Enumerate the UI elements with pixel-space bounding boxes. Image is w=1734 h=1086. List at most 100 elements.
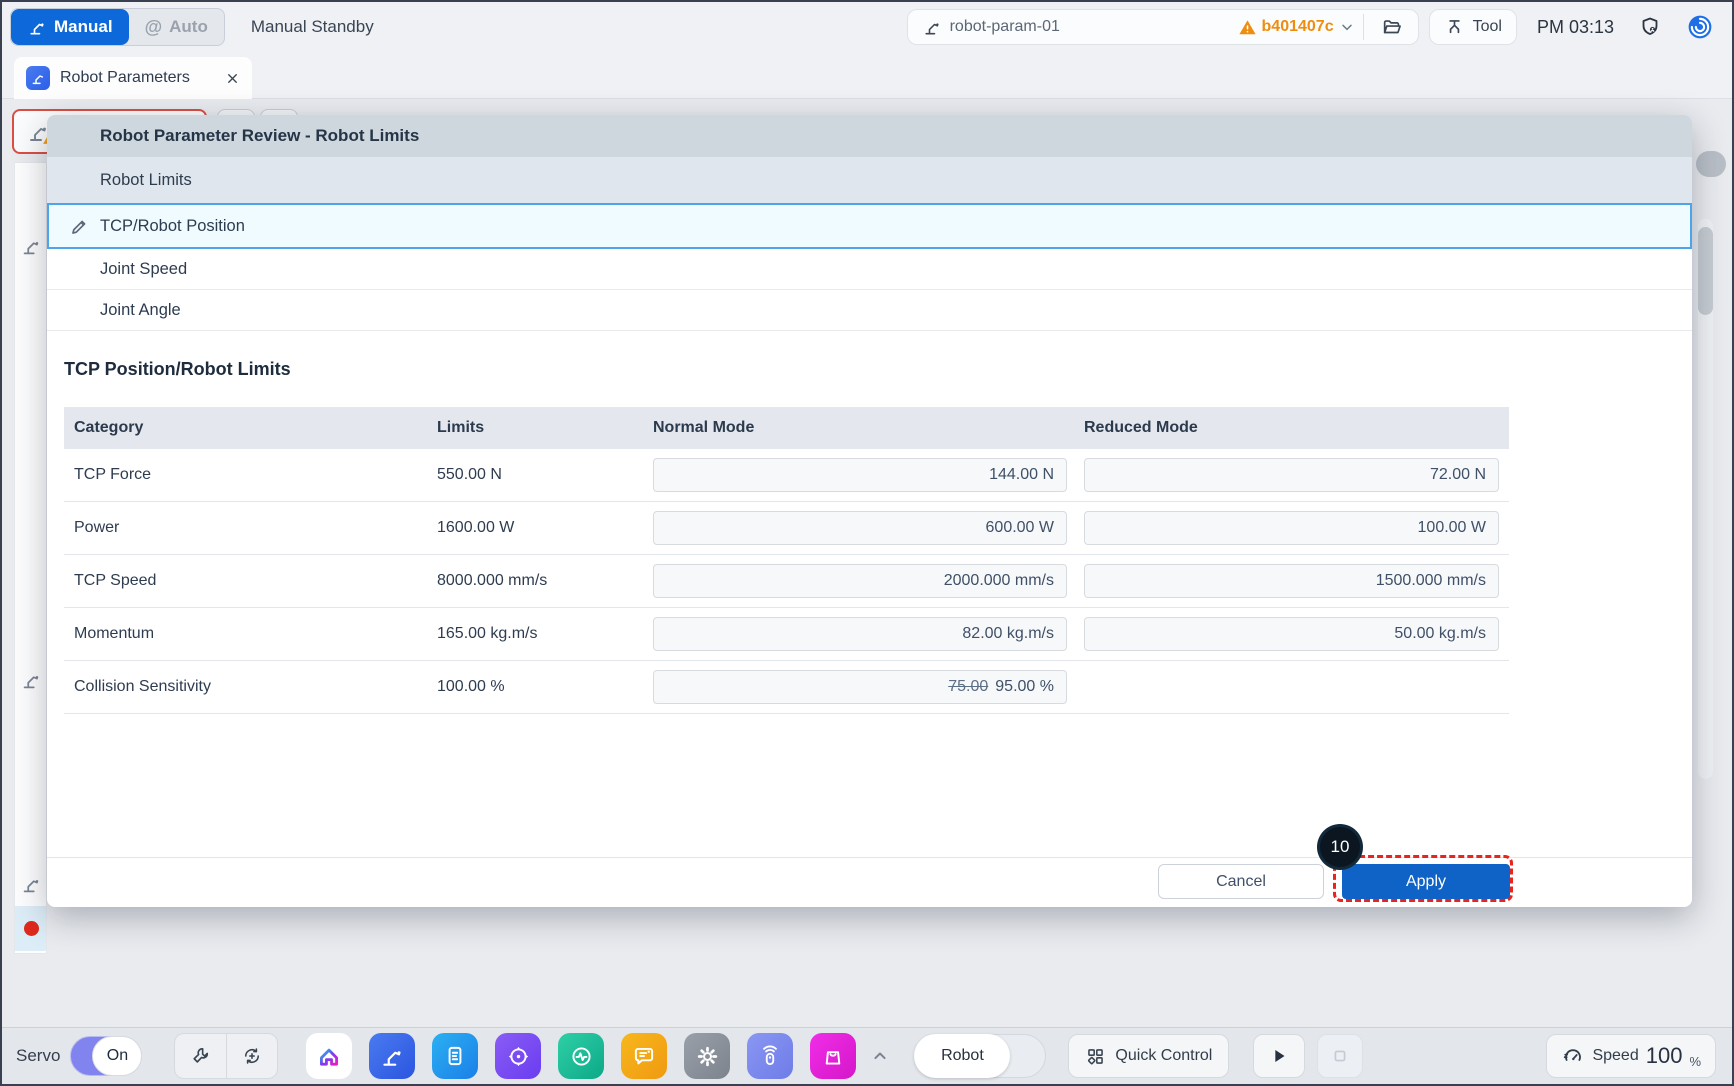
quick-control-label: Quick Control xyxy=(1115,1047,1212,1065)
wrench-button[interactable] xyxy=(175,1034,226,1078)
step-badge: 10 xyxy=(1320,827,1360,867)
col-header-normal-mode: Normal Mode xyxy=(653,419,1084,437)
nav-label: TCP/Robot Position xyxy=(100,217,245,236)
folder-icon xyxy=(1381,16,1403,38)
table-row: Collision Sensitivity 100.00 % 75.00 95.… xyxy=(64,661,1509,714)
category-cell: Collision Sensitivity xyxy=(64,678,437,696)
monitoring-app-icon[interactable] xyxy=(558,1033,604,1079)
robot-icon xyxy=(922,17,942,37)
nav-item-joint-angle[interactable]: Joint Angle xyxy=(47,290,1692,331)
category-cell: TCP Force xyxy=(64,466,437,484)
log-message-app-icon[interactable] xyxy=(621,1033,667,1079)
col-header-category: Category xyxy=(64,419,437,437)
nav-item-joint-speed[interactable]: Joint Speed xyxy=(47,249,1692,290)
servo-toggle[interactable]: On xyxy=(70,1036,142,1076)
current-value: 95.00 % xyxy=(995,678,1054,696)
tab-bar: Robot Parameters xyxy=(2,52,1732,99)
robot-sim-toggle[interactable]: Robot xyxy=(914,1034,1046,1078)
chevron-down-icon xyxy=(1339,19,1355,35)
reduced-mode-input[interactable]: 50.00 kg.m/s xyxy=(1084,617,1499,651)
robot-icon xyxy=(20,669,42,691)
tab-robot-parameters[interactable]: Robot Parameters xyxy=(14,57,252,99)
servo-state: On xyxy=(92,1036,142,1076)
manual-mode-button[interactable]: Manual xyxy=(11,9,129,45)
auto-mode-button[interactable]: @ Auto xyxy=(129,9,224,45)
robot-name: robot-param-01 xyxy=(950,18,1060,36)
robot-arm-icon xyxy=(27,17,47,37)
speed-control[interactable]: Speed 100 % xyxy=(1546,1034,1716,1078)
limit-cell: 8000.000 mm/s xyxy=(437,572,653,590)
table-row: TCP Speed 8000.000 mm/s 2000.000 mm/s 15… xyxy=(64,555,1509,608)
robot-icon xyxy=(20,873,42,895)
refresh-plus-icon xyxy=(241,1045,263,1067)
cancel-button[interactable]: Cancel xyxy=(1158,864,1324,899)
normal-mode-input[interactable]: 600.00 W xyxy=(653,511,1067,545)
task-list-app-icon[interactable] xyxy=(432,1033,478,1079)
store-app-icon[interactable] xyxy=(810,1033,856,1079)
background-toggle-fragment xyxy=(1696,151,1726,177)
quick-control-button[interactable]: Quick Control xyxy=(1068,1034,1229,1078)
modal-footer: Cancel Apply 10 xyxy=(47,857,1692,907)
speed-label: Speed xyxy=(1592,1047,1638,1065)
manual-mode-label: Manual xyxy=(54,17,113,37)
mode-switch: Manual @ Auto xyxy=(10,8,225,46)
previous-value: 75.00 xyxy=(948,678,988,696)
grid-icon xyxy=(1085,1046,1106,1067)
open-file-button[interactable] xyxy=(1372,11,1412,43)
limit-cell: 100.00 % xyxy=(437,678,653,696)
alert-chip[interactable]: b401407c xyxy=(1238,18,1355,37)
normal-mode-input[interactable]: 144.00 N xyxy=(653,458,1067,492)
nav-item-tcp-robot-position[interactable]: TCP/Robot Position xyxy=(47,203,1692,249)
apply-button[interactable]: Apply xyxy=(1342,864,1510,899)
tab-close-button[interactable] xyxy=(225,71,240,86)
servo-label: Servo xyxy=(16,1046,60,1066)
divider xyxy=(1363,14,1364,40)
auto-mode-label: Auto xyxy=(169,17,208,37)
background-panel-fragment xyxy=(14,162,47,954)
play-button[interactable] xyxy=(1253,1034,1305,1078)
dock-expand-button[interactable] xyxy=(870,1046,890,1066)
reduced-mode-input[interactable]: 100.00 W xyxy=(1084,511,1499,545)
remote-control-app-icon[interactable] xyxy=(747,1033,793,1079)
safety-shield-button[interactable] xyxy=(1630,11,1670,43)
col-header-reduced-mode: Reduced Mode xyxy=(1084,419,1509,437)
utility-button-group xyxy=(174,1033,278,1079)
shield-user-icon xyxy=(1638,15,1662,39)
bottom-dock: Servo On xyxy=(2,1027,1732,1084)
reduced-mode-input[interactable]: 1500.000 mm/s xyxy=(1084,564,1499,598)
home-app-icon[interactable] xyxy=(306,1033,352,1079)
nav-item-robot-limits[interactable]: Robot Limits xyxy=(47,157,1692,203)
tool-button[interactable]: Tool xyxy=(1429,9,1517,45)
alert-code: b401407c xyxy=(1262,18,1334,36)
scrollbar-thumb[interactable] xyxy=(1698,227,1713,315)
update-cycle-button[interactable] xyxy=(226,1034,277,1078)
top-bar: Manual @ Auto Manual Standby robot-param… xyxy=(2,2,1732,52)
normal-mode-input[interactable]: 75.00 95.00 % xyxy=(653,670,1067,704)
nav-label: Joint Angle xyxy=(100,301,181,320)
pencil-icon xyxy=(69,216,90,237)
speed-value: 100 xyxy=(1646,1043,1683,1069)
robot-app-icon xyxy=(26,66,50,90)
content-area: Robot Parameter Review - Robot Limits Ro… xyxy=(2,99,1732,1027)
robot-selector[interactable]: robot-param-01 b401407c xyxy=(907,9,1419,45)
jog-app-icon[interactable] xyxy=(495,1033,541,1079)
clock-text: PM 03:13 xyxy=(1537,17,1614,38)
limit-cell: 1600.00 W xyxy=(437,519,653,537)
normal-mode-input[interactable]: 2000.000 mm/s xyxy=(653,564,1067,598)
apply-highlight-box: Apply 10 xyxy=(1333,855,1513,902)
normal-mode-input[interactable]: 82.00 kg.m/s xyxy=(653,617,1067,651)
table-header-row: Category Limits Normal Mode Reduced Mode xyxy=(64,407,1509,449)
close-icon xyxy=(225,71,240,86)
category-cell: Power xyxy=(64,519,437,537)
chevron-up-icon xyxy=(870,1046,890,1066)
settings-app-icon[interactable] xyxy=(684,1033,730,1079)
swirl-icon xyxy=(1687,14,1713,40)
robot-app-icon[interactable] xyxy=(369,1033,415,1079)
stop-button[interactable] xyxy=(1317,1034,1363,1078)
robot-icon xyxy=(20,235,42,257)
tool-label: Tool xyxy=(1473,18,1502,36)
reduced-mode-input[interactable]: 72.00 N xyxy=(1084,458,1499,492)
session-swirl-button[interactable] xyxy=(1680,11,1720,43)
modal-title: Robot Parameter Review - Robot Limits xyxy=(47,115,1692,157)
tab-label: Robot Parameters xyxy=(60,69,215,87)
